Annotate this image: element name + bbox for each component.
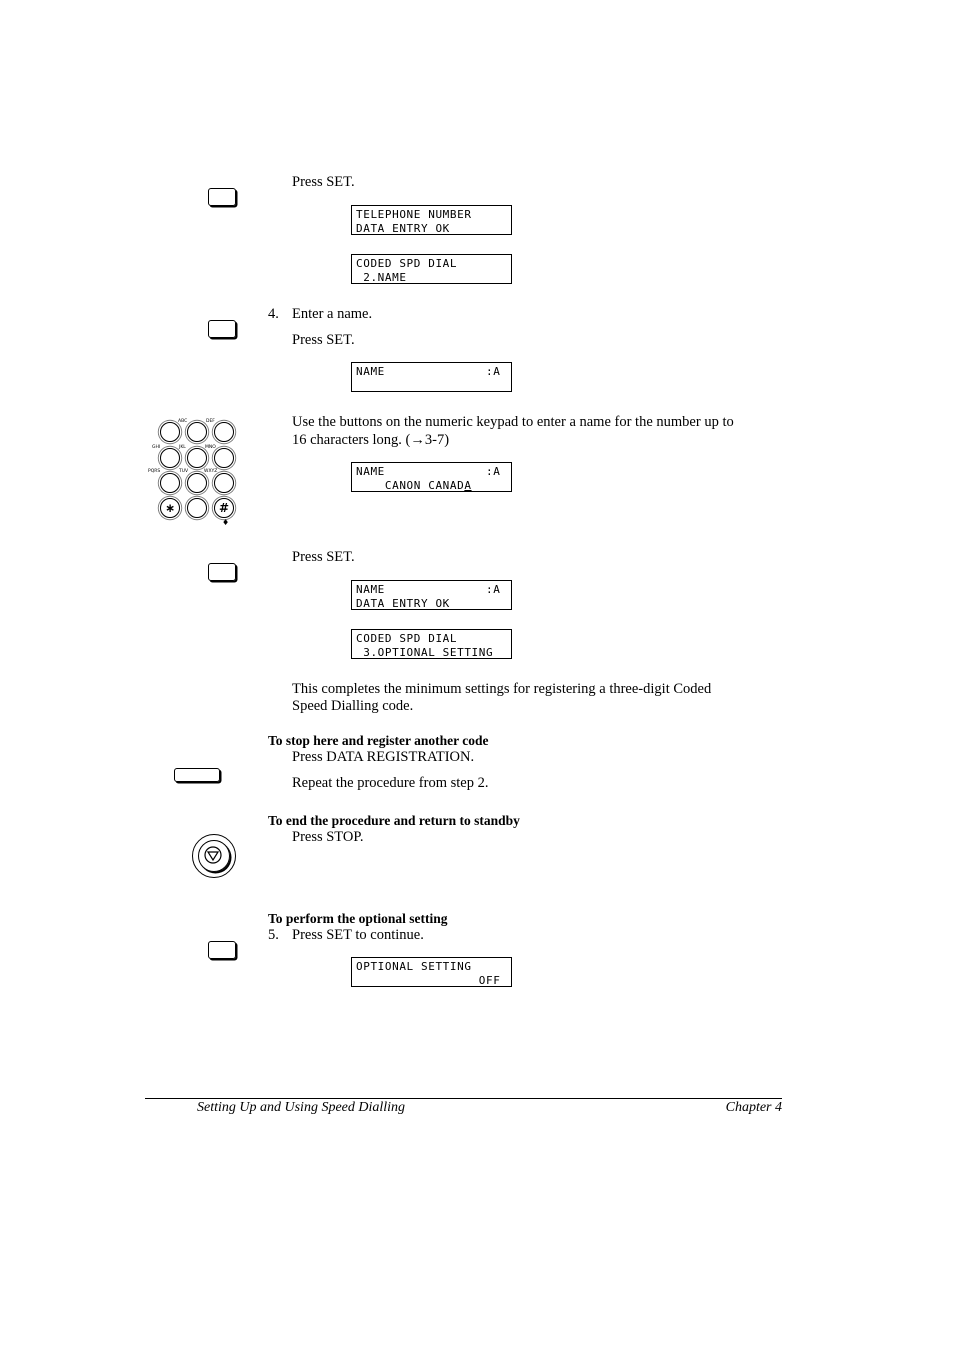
set-key-icon bbox=[208, 941, 236, 959]
lcd-display: CODED SPD DIAL 3.OPTIONAL SETTING bbox=[351, 629, 512, 659]
lcd-line: DATA ENTRY OK bbox=[356, 596, 450, 610]
step-number: 5. bbox=[268, 927, 279, 943]
set-key-icon bbox=[208, 188, 236, 206]
key-2-icon bbox=[187, 422, 207, 442]
key-label: TUV bbox=[179, 469, 189, 474]
key-7-icon bbox=[160, 473, 180, 493]
lcd-text: CANON CANAD bbox=[356, 478, 465, 492]
stop-key-icon bbox=[192, 834, 236, 878]
key-0-icon bbox=[187, 498, 207, 518]
paragraph: This completes the minimum settings for … bbox=[292, 681, 712, 697]
lcd-line: CANON CANADA bbox=[356, 479, 507, 493]
instruction: Press SET. bbox=[292, 174, 355, 190]
section-heading: To perform the optional setting bbox=[268, 911, 448, 926]
section-heading: To stop here and register another code bbox=[268, 733, 489, 748]
lcd-line: CODED SPD DIAL bbox=[356, 632, 458, 645]
lcd-line: 2.NAME bbox=[356, 270, 407, 284]
key-9-icon bbox=[214, 473, 234, 493]
key-hash-icon: # bbox=[214, 498, 234, 518]
instruction: Press SET. bbox=[292, 549, 355, 565]
lcd-line: NAME :A bbox=[356, 465, 501, 478]
lcd-line: TELEPHONE NUMBER bbox=[356, 208, 472, 221]
lcd-line: 3.OPTIONAL SETTING bbox=[356, 645, 494, 659]
data-registration-key-icon bbox=[174, 768, 220, 782]
key-4-icon bbox=[160, 448, 180, 468]
instruction: Use the buttons on the numeric keypad to… bbox=[292, 414, 734, 430]
key-label: DEF bbox=[206, 419, 215, 424]
set-key-icon bbox=[208, 320, 236, 338]
lcd-display: TELEPHONE NUMBER DATA ENTRY OK bbox=[351, 205, 512, 235]
footer-rule bbox=[145, 1098, 782, 1099]
instruction: 16 characters long. (→3-7) bbox=[292, 432, 450, 448]
instruction: Press DATA REGISTRATION. bbox=[292, 749, 475, 765]
lcd-display: CODED SPD DIAL 2.NAME bbox=[351, 254, 512, 284]
step-text: Enter a name. bbox=[292, 306, 373, 322]
lcd-display: NAME :A _ bbox=[351, 362, 512, 392]
key-label: PQRS bbox=[148, 469, 161, 474]
key-label: GHI bbox=[152, 445, 161, 450]
key-label: WXYZ bbox=[204, 469, 218, 474]
key-star-icon: ∗ bbox=[160, 498, 180, 518]
step-number: 4. bbox=[268, 306, 279, 322]
key-3-icon bbox=[214, 422, 234, 442]
step-text: Press SET to continue. bbox=[292, 927, 424, 943]
lcd-display: NAME :A CANON CANADA bbox=[351, 462, 512, 492]
lcd-line: DATA ENTRY OK bbox=[356, 221, 450, 235]
lcd-line: NAME :A bbox=[356, 365, 501, 378]
instruction: Press STOP. bbox=[292, 829, 364, 845]
footer-title: Setting Up and Using Speed Dialling bbox=[197, 1100, 406, 1115]
section-heading: To end the procedure and return to stand… bbox=[268, 813, 520, 828]
lcd-display: NAME :A DATA ENTRY OK bbox=[351, 580, 512, 610]
instruction: Press SET. bbox=[292, 332, 355, 348]
set-key-icon bbox=[208, 563, 236, 581]
key-label: ABC bbox=[178, 419, 188, 424]
key-1-icon bbox=[160, 422, 180, 442]
lcd-cursor: A bbox=[464, 478, 472, 492]
key-5-icon bbox=[187, 448, 207, 468]
lcd-line: _ bbox=[356, 378, 393, 392]
lcd-line: CODED SPD DIAL bbox=[356, 257, 458, 270]
lcd-line: OPTIONAL SETTING bbox=[356, 960, 472, 973]
lcd-line: OFF bbox=[356, 973, 501, 987]
key-6-icon bbox=[214, 448, 234, 468]
diamond-icon: ♦ bbox=[222, 518, 230, 527]
footer-chapter: Chapter 4 bbox=[725, 1100, 782, 1115]
manual-page: Press SET. TELEPHONE NUMBER DATA ENTRY OK… bbox=[0, 0, 954, 1351]
key-8-icon bbox=[187, 473, 207, 493]
key-label: JKL bbox=[179, 445, 186, 450]
paragraph: Speed Dialling code. bbox=[292, 698, 414, 714]
key-label: MNO bbox=[205, 445, 216, 450]
lcd-display: OPTIONAL SETTING OFF bbox=[351, 957, 512, 987]
instruction: Repeat the procedure from step 2. bbox=[292, 775, 489, 791]
lcd-line: NAME :A bbox=[356, 583, 501, 596]
